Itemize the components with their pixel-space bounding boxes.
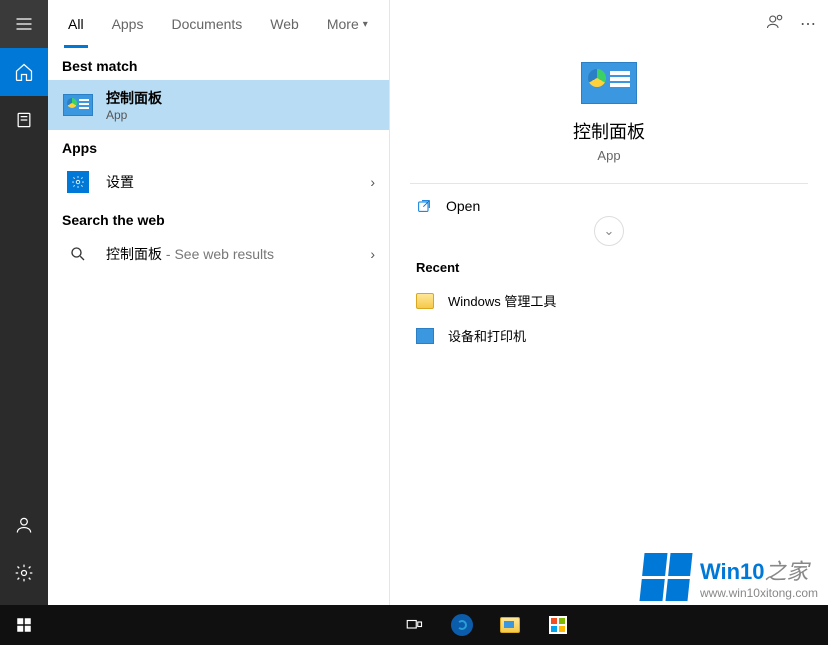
tab-documents[interactable]: Documents: [159, 0, 254, 48]
tab-more[interactable]: More ▾: [315, 0, 380, 48]
search-icon: [62, 242, 94, 266]
recent-header: Recent: [390, 254, 828, 283]
result-control-panel[interactable]: 控制面板 App: [48, 80, 389, 130]
tab-all[interactable]: All: [56, 0, 96, 48]
start-button[interactable]: [0, 605, 48, 645]
rail-menu-button[interactable]: [0, 0, 48, 48]
printer-icon: [416, 328, 434, 344]
control-panel-icon: [581, 62, 637, 104]
chevron-right-icon: ›: [370, 174, 375, 190]
expand-button[interactable]: ⌄: [594, 216, 624, 246]
result-title: 设置: [106, 172, 134, 192]
open-icon: [416, 198, 432, 214]
result-subtitle: App: [106, 108, 162, 122]
control-panel-icon: [62, 93, 94, 117]
hero-subtitle: App: [597, 148, 620, 163]
tab-apps[interactable]: Apps: [100, 0, 156, 48]
result-settings[interactable]: 设置 ›: [48, 162, 389, 202]
rail-settings-button[interactable]: [0, 549, 48, 597]
feedback-icon[interactable]: [766, 13, 784, 36]
more-options-icon[interactable]: ⋯: [800, 14, 816, 34]
search-column: All Apps Documents Web More ▾ Best match…: [48, 0, 390, 645]
hero-title: 控制面板: [573, 118, 645, 144]
chevron-right-icon: ›: [370, 246, 375, 262]
rail-recent-button[interactable]: [0, 96, 48, 144]
chevron-down-icon: ▾: [363, 19, 368, 30]
windows-logo-icon: [639, 553, 692, 601]
store-icon: [549, 616, 567, 634]
watermark: Win10之家 www.win10xitong.com: [642, 553, 818, 601]
web-suffix: - See web results: [162, 246, 274, 262]
result-title: 控制面板: [106, 88, 162, 108]
watermark-url: www.win10xitong.com: [700, 586, 818, 600]
taskbar-store[interactable]: [534, 605, 582, 645]
settings-icon: [62, 170, 94, 194]
recent-item-devices-printers[interactable]: 设备和打印机: [390, 318, 828, 353]
result-title: 控制面板 - See web results: [106, 244, 274, 264]
hero: 控制面板 App: [410, 48, 808, 184]
start-rail: [0, 0, 48, 645]
section-apps: Apps: [48, 130, 389, 162]
taskbar-edge[interactable]: [438, 605, 486, 645]
recent-item-admin-tools[interactable]: Windows 管理工具: [390, 283, 828, 318]
detail-panel: ⋯ 控制面板 App Open ⌄ Recent Windows 管理工具 设备…: [390, 0, 828, 645]
recent-label: Windows 管理工具: [448, 291, 556, 310]
search-tabs: All Apps Documents Web More ▾: [48, 0, 389, 48]
tab-more-label: More: [327, 16, 359, 32]
action-open-label: Open: [446, 198, 480, 214]
edge-icon: [451, 614, 473, 636]
taskbar: [0, 605, 828, 645]
taskbar-explorer[interactable]: [486, 605, 534, 645]
result-web-search[interactable]: 控制面板 - See web results ›: [48, 234, 389, 274]
recent-label: 设备和打印机: [448, 326, 526, 345]
watermark-brand: Win10之家: [700, 554, 818, 586]
web-query: 控制面板: [106, 246, 162, 262]
chevron-down-icon: ⌄: [604, 223, 615, 239]
folder-icon: [500, 617, 520, 633]
rail-user-button[interactable]: [0, 501, 48, 549]
section-search-web: Search the web: [48, 202, 389, 234]
folder-icon: [416, 293, 434, 309]
tab-web[interactable]: Web: [258, 0, 311, 48]
section-best-match: Best match: [48, 48, 389, 80]
rail-home-button[interactable]: [0, 48, 48, 96]
task-view-button[interactable]: [390, 605, 438, 645]
